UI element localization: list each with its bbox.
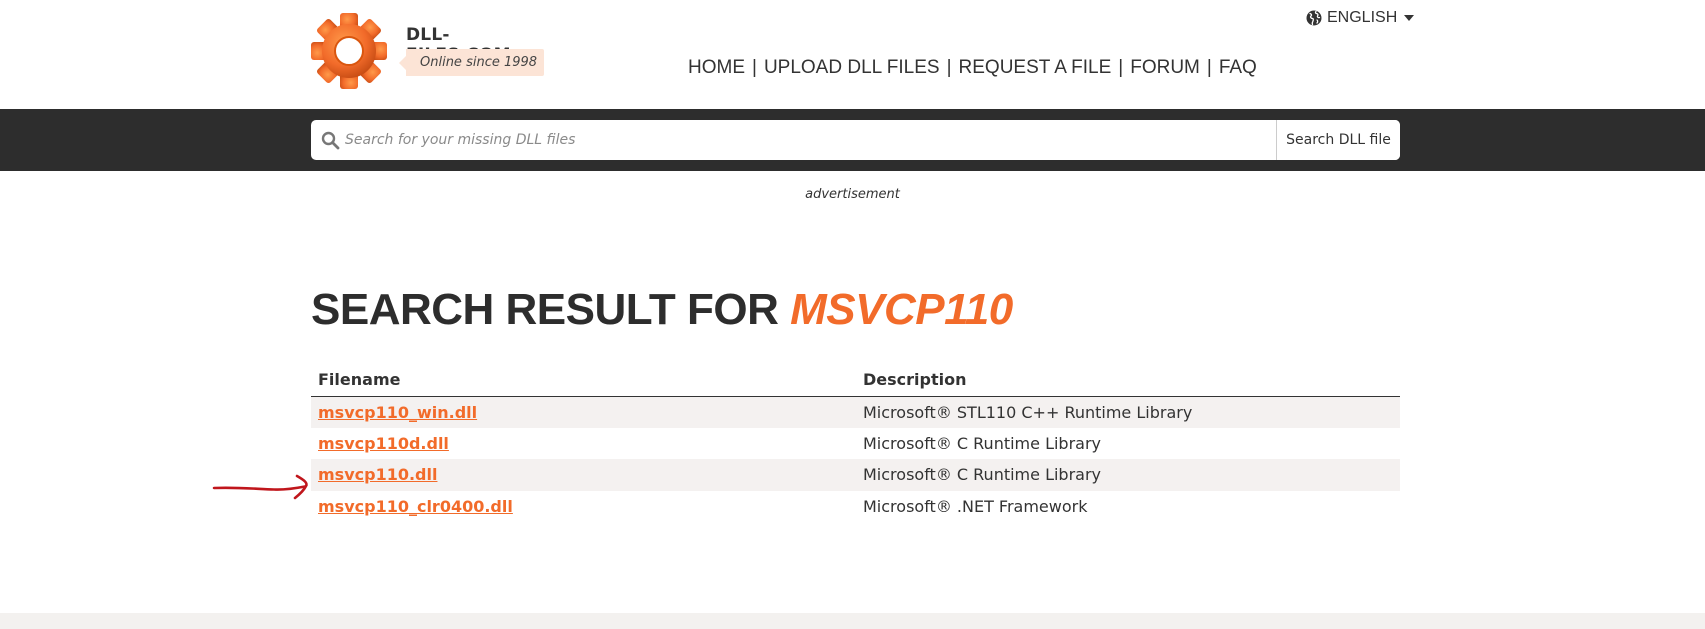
nav-separator: | <box>946 57 952 78</box>
language-label: ENGLISH <box>1327 9 1398 26</box>
filename-cell: msvcp110_win.dll <box>311 396 856 428</box>
filename-cell: msvcp110_clr0400.dll <box>311 491 856 523</box>
search-icon <box>321 131 340 150</box>
filename-link[interactable]: msvcp110_win.dll <box>318 403 477 422</box>
main-nav: HOME | UPLOAD DLL FILES | REQUEST A FILE… <box>688 55 1257 81</box>
title-prefix: SEARCH RESULT FOR <box>311 285 791 334</box>
nav-home[interactable]: HOME <box>688 57 745 79</box>
nav-separator: | <box>1118 57 1124 78</box>
table-row: msvcp110_clr0400.dll Microsoft® .NET Fra… <box>311 491 1400 523</box>
filename-link[interactable]: msvcp110.dll <box>318 465 437 484</box>
gear-icon <box>311 13 387 89</box>
description-cell: Microsoft® C Runtime Library <box>856 459 1400 491</box>
table-row: msvcp110_win.dll Microsoft® STL110 C++ R… <box>311 396 1400 428</box>
filename-link[interactable]: msvcp110_clr0400.dll <box>318 497 513 516</box>
description-cell: Microsoft® .NET Framework <box>863 496 1088 516</box>
nav-forum[interactable]: FORUM <box>1130 57 1200 79</box>
page: DLL-FILES.COM Online since 1998 ENGLISH … <box>0 0 1705 629</box>
site-header: DLL-FILES.COM Online since 1998 ENGLISH … <box>0 0 1705 109</box>
column-header-filename: Filename <box>311 364 856 397</box>
table-header-row: Filename Description <box>311 364 1400 397</box>
search-form: Search DLL file <box>311 120 1400 160</box>
description-cell: Microsoft® STL110 C++ Runtime Library <box>856 396 1400 428</box>
annotation-arrow-icon <box>212 474 308 500</box>
filename-cell: msvcp110d.dll <box>311 428 856 460</box>
site-logo[interactable]: DLL-FILES.COM Online since 1998 <box>309 11 549 91</box>
column-header-description: Description <box>856 364 1400 397</box>
footer-band <box>0 613 1705 629</box>
nav-separator: | <box>1206 57 1212 78</box>
table-row: msvcp110.dll Microsoft® C Runtime Librar… <box>311 459 1400 491</box>
advertisement-label: advertisement <box>805 187 900 202</box>
filename-cell: msvcp110.dll <box>311 459 856 491</box>
search-button[interactable]: Search DLL file <box>1276 120 1400 160</box>
site-tagline: Online since 1998 <box>399 49 544 76</box>
nav-request-a-file[interactable]: REQUEST A FILE <box>959 57 1112 79</box>
nav-upload-dll-files[interactable]: UPLOAD DLL FILES <box>764 57 940 79</box>
caret-down-icon <box>1404 15 1415 21</box>
table-row: msvcp110d.dll Microsoft® C Runtime Libra… <box>311 428 1400 460</box>
globe-icon <box>1306 10 1322 26</box>
nav-faq[interactable]: FAQ <box>1219 57 1257 79</box>
description-cell: Microsoft® C Runtime Library <box>863 433 1102 453</box>
search-query: MSVCP110 <box>790 285 1013 334</box>
search-input[interactable] <box>345 120 1275 160</box>
language-selector[interactable]: ENGLISH <box>1306 7 1415 29</box>
results-table: Filename Description msvcp110_win.dll Mi… <box>311 364 1400 522</box>
nav-separator: | <box>752 57 757 78</box>
page-title: SEARCH RESULT FOR MSVCP110 <box>311 285 1013 335</box>
filename-link[interactable]: msvcp110d.dll <box>318 434 449 453</box>
search-band: Search DLL file <box>0 109 1705 171</box>
